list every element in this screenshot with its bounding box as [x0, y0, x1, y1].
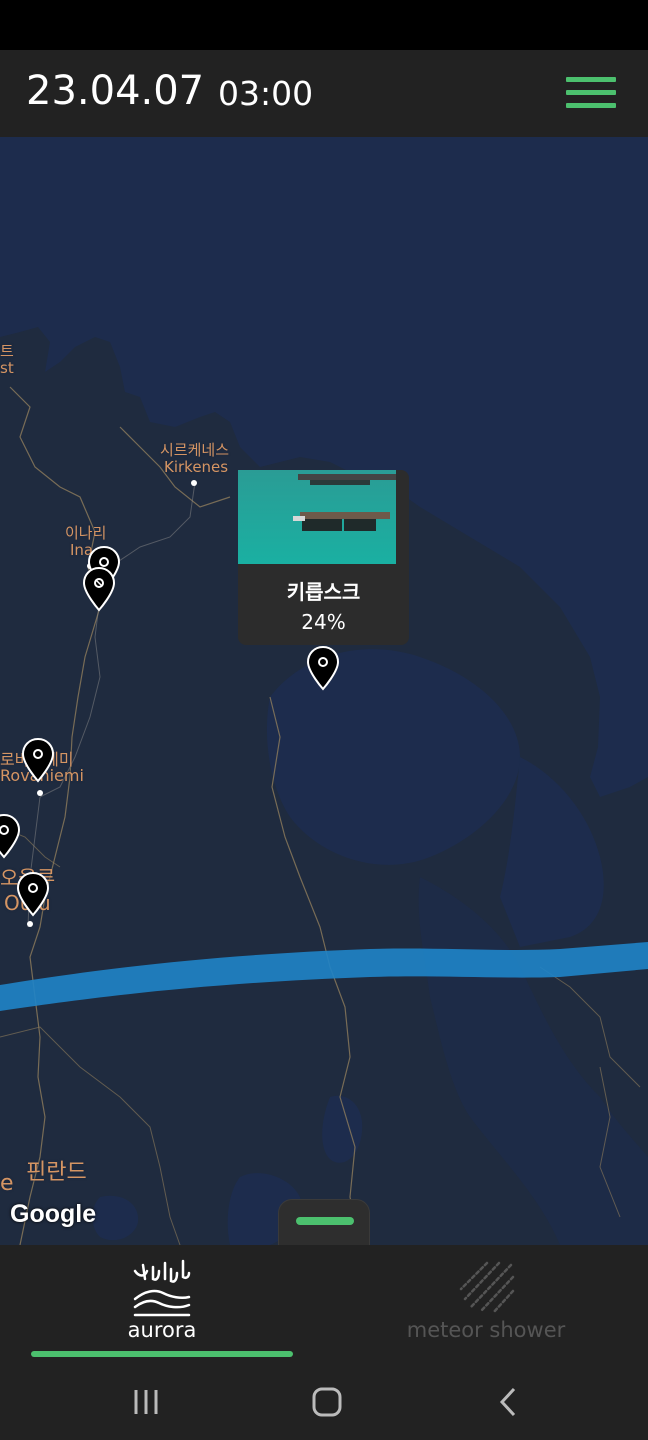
map-view[interactable]: 트 st 시르케네스 Kirkenes 이나리 Ina 로바니에미 Rovani…: [0, 137, 648, 1245]
location-photo: [238, 470, 396, 564]
map-label-edge: e: [0, 1171, 14, 1196]
map-label-tromso-en: st: [0, 359, 14, 377]
location-pin[interactable]: [81, 566, 117, 612]
map-label-inari-ko: 이나리: [65, 524, 107, 542]
system-nav-bar: [0, 1365, 648, 1440]
time-display[interactable]: 03:00: [218, 74, 313, 113]
map-label-kirkenes-en: Kirkenes: [164, 458, 229, 476]
bottom-tab-bar: aurora meteor shower: [0, 1245, 648, 1365]
map-label-kirkenes-ko: 시르케네스: [160, 441, 230, 459]
recents-icon[interactable]: [116, 1379, 176, 1425]
active-tab-indicator: [31, 1351, 293, 1357]
tab-meteor-shower[interactable]: meteor shower: [324, 1245, 648, 1365]
popup-location-name: 키릅스크: [286, 580, 361, 604]
location-pin[interactable]: [15, 871, 51, 917]
location-pin[interactable]: [0, 813, 22, 859]
menu-icon[interactable]: [566, 77, 616, 111]
app-header: 23.04.07 03:00: [0, 50, 648, 137]
bottom-sheet-handle[interactable]: [278, 1199, 370, 1245]
map-label-tromso-ko: 트: [0, 342, 14, 360]
status-bar: [0, 0, 648, 50]
map-canvas[interactable]: [0, 137, 648, 1245]
date-display[interactable]: 23.04.07: [26, 68, 204, 114]
home-icon[interactable]: [297, 1379, 357, 1425]
tab-meteor-shower-label: meteor shower: [406, 1318, 566, 1342]
location-pin[interactable]: [20, 737, 56, 783]
location-popup[interactable]: 키릅스크 24%: [238, 470, 409, 645]
meteor-shower-icon: [459, 1261, 515, 1315]
aurora-icon: [133, 1259, 191, 1317]
map-label-finland: 핀란드: [26, 1160, 87, 1185]
popup-percent: 24%: [301, 610, 346, 634]
back-icon[interactable]: [478, 1379, 538, 1425]
tab-aurora-label: aurora: [127, 1318, 197, 1342]
location-pin[interactable]: [305, 645, 341, 691]
tab-aurora[interactable]: aurora: [0, 1245, 324, 1365]
google-attribution: Google: [10, 1200, 97, 1228]
